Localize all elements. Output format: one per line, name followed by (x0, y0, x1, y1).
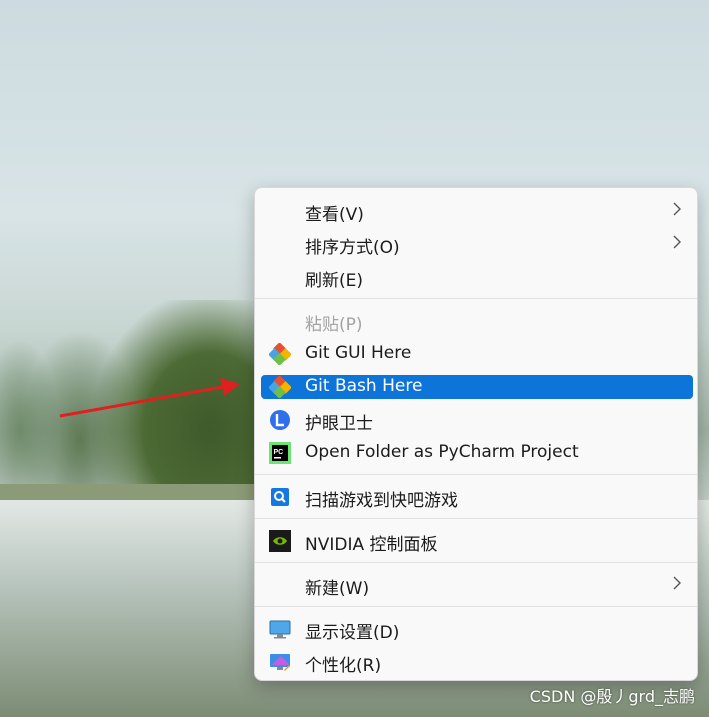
menu-separator (255, 562, 697, 563)
menu-item-label: Git GUI Here (305, 343, 412, 363)
chevron-right-icon (673, 576, 681, 590)
menu-item-label: 排序方式(O) (305, 238, 400, 258)
menu-item-git-bash[interactable]: Git Bash Here (261, 375, 693, 399)
menu-item-label: 显示设置(D) (305, 623, 400, 643)
wallpaper-shore (0, 484, 260, 500)
svg-text:PC: PC (274, 449, 284, 456)
menu-item-label: 粘贴(P) (305, 315, 363, 335)
menu-item-nvidia[interactable]: NVIDIA 控制面板 (261, 529, 693, 555)
kuaiba-search-icon (271, 488, 289, 506)
menu-separator (255, 606, 697, 607)
eye-guard-icon (270, 410, 290, 430)
menu-item-label: 刷新(E) (305, 271, 364, 291)
desktop-context-menu: 查看(V) 排序方式(O) 刷新(E) 粘贴(P) Git GUI Here G… (254, 187, 698, 681)
git-bash-icon (269, 376, 291, 398)
menu-item-label: NVIDIA 控制面板 (305, 535, 438, 555)
menu-separator (255, 298, 697, 299)
menu-item-new[interactable]: 新建(W) (261, 573, 693, 599)
menu-item-label: 新建(W) (305, 579, 370, 599)
pycharm-icon: PC (269, 442, 291, 464)
menu-item-eye-guard[interactable]: 护眼卫士 (261, 408, 693, 434)
display-settings-icon (269, 620, 291, 639)
menu-item-paste[interactable]: 粘贴(P) (261, 309, 693, 335)
menu-item-pycharm[interactable]: PC Open Folder as PyCharm Project (261, 441, 693, 465)
nvidia-icon (269, 530, 291, 552)
menu-item-display-settings[interactable]: 显示设置(D) (261, 617, 693, 643)
menu-item-label: Git Bash Here (305, 376, 423, 396)
chevron-right-icon (673, 202, 681, 216)
menu-item-refresh[interactable]: 刷新(E) (261, 265, 693, 291)
watermark-text: CSDN @殷丿grd_志鹏 (529, 687, 695, 706)
menu-item-kuaiba-scan[interactable]: 扫描游戏到快吧游戏 (261, 485, 693, 511)
menu-item-label: 护眼卫士 (305, 414, 373, 434)
menu-item-git-gui[interactable]: Git GUI Here (261, 342, 693, 366)
menu-separator (255, 474, 697, 475)
git-gui-icon (269, 343, 291, 365)
menu-item-label: 个性化(R) (305, 656, 382, 676)
annotation-arrow-icon (59, 378, 240, 418)
chevron-right-icon (673, 235, 681, 249)
menu-item-label: 扫描游戏到快吧游戏 (305, 491, 458, 511)
menu-item-sort-by[interactable]: 排序方式(O) (261, 232, 693, 258)
menu-separator (255, 518, 697, 519)
menu-item-label: 查看(V) (305, 205, 364, 225)
menu-item-view[interactable]: 查看(V) (261, 199, 693, 225)
menu-item-personalize[interactable]: 个性化(R) (261, 650, 693, 676)
menu-item-label: Open Folder as PyCharm Project (305, 442, 579, 462)
personalize-icon (270, 654, 290, 671)
